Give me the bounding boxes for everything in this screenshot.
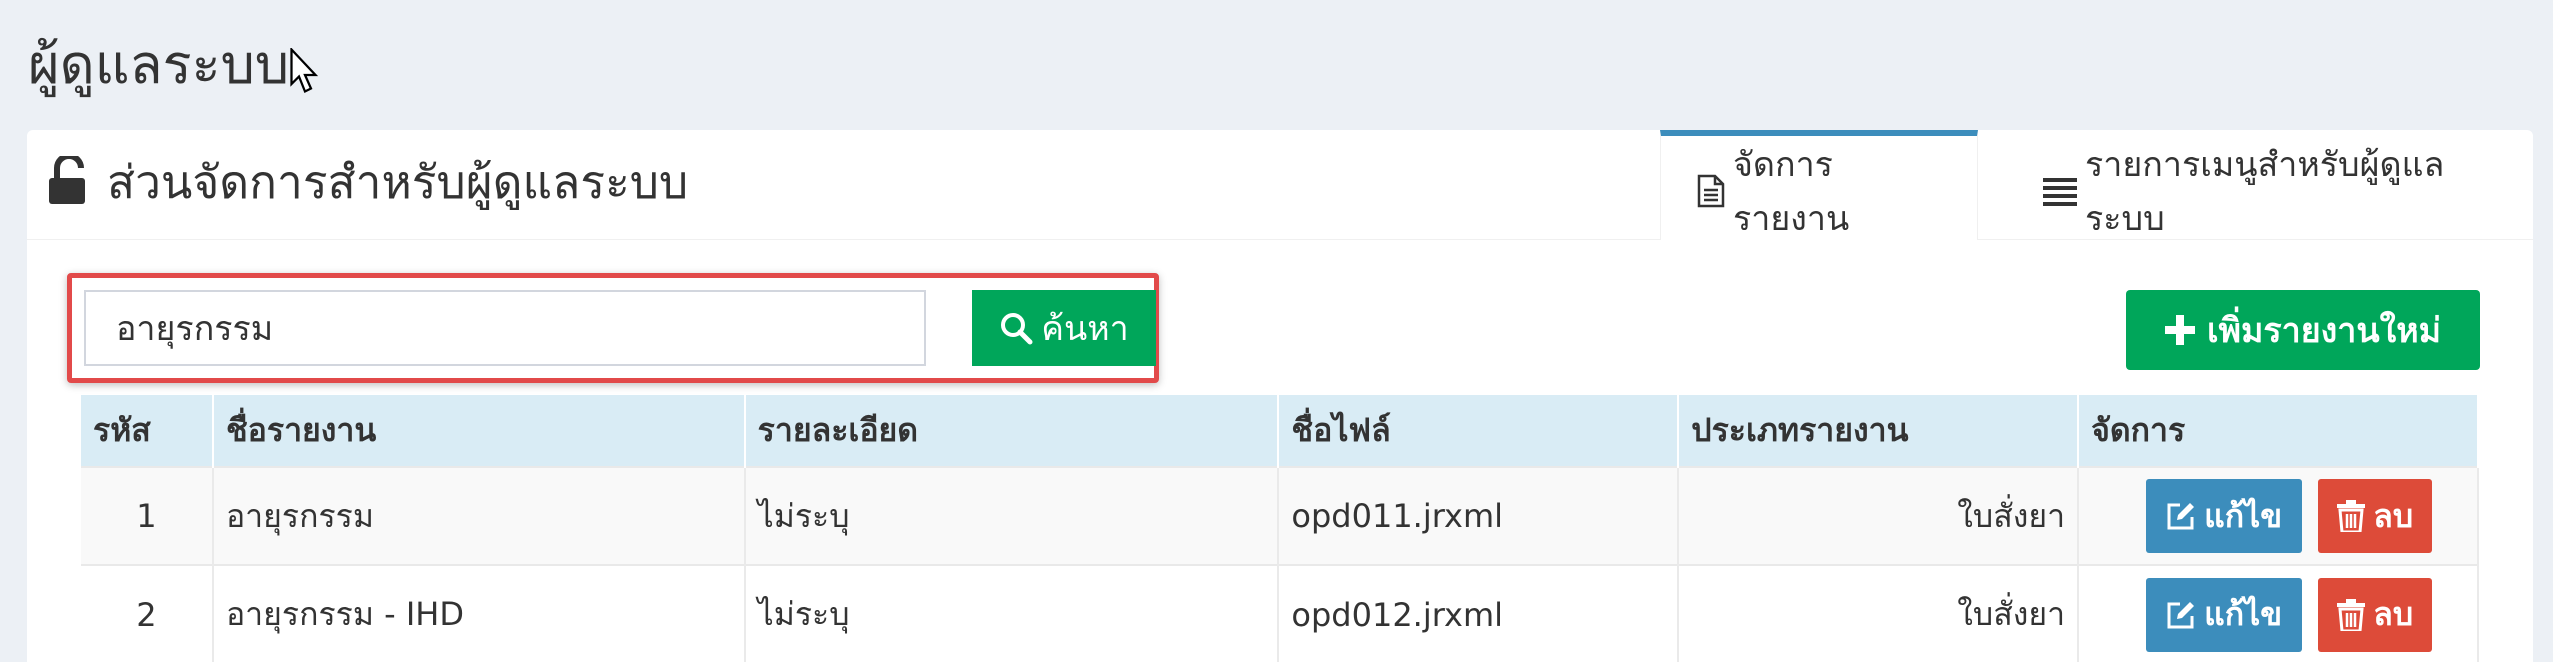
edit-icon: [2167, 503, 2195, 530]
delete-label: ลบ: [2373, 496, 2414, 535]
delete-label: ลบ: [2373, 595, 2414, 633]
tab-label: รายการเมนูสำหรับผู้ดูแลระบบ: [2085, 145, 2445, 239]
cell-name: อายุรกรรม: [212, 466, 746, 565]
add-button-label: เพิ่มรายงานใหม่: [2206, 311, 2442, 351]
cell-id: 2: [81, 564, 214, 662]
tab-manage-reports[interactable]: จัดการรายงาน: [1660, 130, 1978, 240]
cell-detail: ไม่ระบุ: [744, 466, 1280, 565]
list-icon: [2043, 178, 2077, 206]
cell-detail: ไม่ระบุ: [744, 564, 1280, 662]
search-icon: [1001, 313, 1033, 345]
search-button[interactable]: ค้นหา: [972, 290, 1156, 366]
page-title: ผู้ดูแลระบบ: [28, 33, 290, 96]
table-row: 1 อายุรกรรม ไม่ระบุ opd011.jrxml ใบสั่งย…: [81, 466, 2479, 565]
edit-button[interactable]: แก้ไข: [2146, 479, 2303, 553]
col-header-name: ชื่อรายงาน: [212, 395, 746, 467]
admin-box: ส่วนจัดการสำหรับผู้ดูแลระบบ จัดการรายงาน…: [27, 130, 2533, 662]
add-report-button[interactable]: เพิ่มรายงานใหม่: [2126, 290, 2480, 370]
cell-actions: แก้ไข ลบ: [2078, 564, 2479, 662]
table-header-row: รหัส ชื่อรายงาน รายละเอียด ชื่อไฟล์ ประเ…: [81, 395, 2479, 467]
edit-label: แก้ไข: [2204, 595, 2283, 633]
col-header-type: ประเภทรายงาน: [1678, 395, 2080, 467]
search-input[interactable]: [84, 290, 926, 366]
box-title: ส่วนจัดการสำหรับผู้ดูแลระบบ: [107, 155, 689, 209]
plus-icon: [2164, 315, 2195, 345]
search-button-label: ค้นหา: [1041, 309, 1129, 349]
delete-button[interactable]: ลบ: [2318, 479, 2433, 553]
col-header-actions: จัดการ: [2078, 395, 2479, 467]
cell-type: ใบสั่งยา: [1678, 564, 2080, 662]
tab-label: จัดการรายงาน: [1733, 145, 1850, 239]
file-text-icon: [1697, 174, 1725, 208]
search-highlight-box: ค้นหา: [67, 273, 1159, 383]
unlock-icon: [49, 156, 85, 204]
mouse-pointer-icon: [290, 48, 319, 94]
col-header-file: ชื่อไฟล์: [1278, 395, 1680, 467]
cell-id: 1: [81, 466, 214, 565]
delete-button[interactable]: ลบ: [2318, 577, 2433, 652]
trash-icon: [2337, 598, 2366, 631]
cell-file: opd012.jrxml: [1278, 564, 1680, 662]
edit-icon: [2167, 601, 2195, 628]
cell-type: ใบสั่งยา: [1678, 466, 2080, 565]
cell-file: opd011.jrxml: [1278, 466, 1680, 565]
report-table: รหัส ชื่อรายงาน รายละเอียด ชื่อไฟล์ ประเ…: [81, 395, 2479, 662]
edit-label: แก้ไข: [2204, 496, 2283, 535]
tab-admin-menu-list[interactable]: รายการเมนูสำหรับผู้ดูแลระบบ: [2007, 130, 2527, 240]
cell-name: อายุรกรรม - IHD: [212, 564, 746, 662]
edit-button[interactable]: แก้ไข: [2146, 577, 2303, 652]
table-row: 2 อายุรกรรม - IHD ไม่ระบุ opd012.jrxml ใ…: [81, 564, 2479, 662]
trash-icon: [2337, 500, 2366, 532]
col-header-detail: รายละเอียด: [744, 395, 1280, 467]
col-header-id: รหัส: [81, 395, 214, 467]
box-header: ส่วนจัดการสำหรับผู้ดูแลระบบ จัดการรายงาน…: [27, 130, 2533, 240]
cell-actions: แก้ไข ลบ: [2078, 466, 2479, 565]
